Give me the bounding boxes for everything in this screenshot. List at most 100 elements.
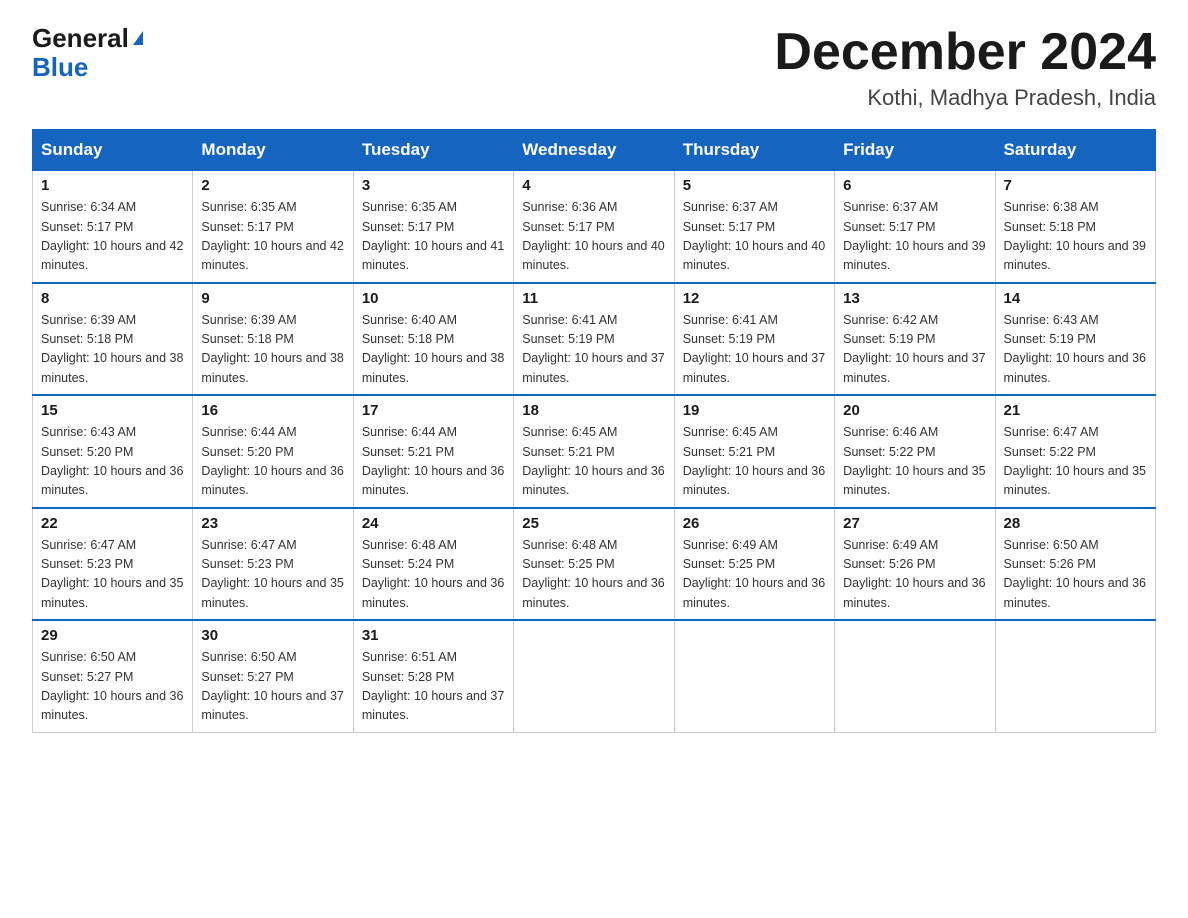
day-number: 30 [201,627,344,644]
day-number: 5 [683,177,826,194]
calendar-day-cell: 6 Sunrise: 6:37 AM Sunset: 5:17 PM Dayli… [835,171,995,283]
calendar-header: Sunday Monday Tuesday Wednesday Thursday… [33,130,1156,171]
location-title: Kothi, Madhya Pradesh, India [774,85,1156,111]
calendar-body: 1 Sunrise: 6:34 AM Sunset: 5:17 PM Dayli… [33,171,1156,733]
day-info: Sunrise: 6:45 AM Sunset: 5:21 PM Dayligh… [522,423,665,501]
calendar-day-cell: 10 Sunrise: 6:40 AM Sunset: 5:18 PM Dayl… [353,283,513,396]
calendar-day-cell: 9 Sunrise: 6:39 AM Sunset: 5:18 PM Dayli… [193,283,353,396]
day-info: Sunrise: 6:38 AM Sunset: 5:18 PM Dayligh… [1004,198,1147,276]
day-info: Sunrise: 6:47 AM Sunset: 5:22 PM Dayligh… [1004,423,1147,501]
calendar-day-cell: 20 Sunrise: 6:46 AM Sunset: 5:22 PM Dayl… [835,395,995,508]
header-monday: Monday [193,130,353,171]
day-info: Sunrise: 6:40 AM Sunset: 5:18 PM Dayligh… [362,311,505,389]
calendar-day-cell: 5 Sunrise: 6:37 AM Sunset: 5:17 PM Dayli… [674,171,834,283]
calendar-day-cell: 14 Sunrise: 6:43 AM Sunset: 5:19 PM Dayl… [995,283,1155,396]
day-info: Sunrise: 6:50 AM Sunset: 5:26 PM Dayligh… [1004,536,1147,614]
calendar-day-cell: 12 Sunrise: 6:41 AM Sunset: 5:19 PM Dayl… [674,283,834,396]
day-info: Sunrise: 6:47 AM Sunset: 5:23 PM Dayligh… [201,536,344,614]
header-tuesday: Tuesday [353,130,513,171]
day-info: Sunrise: 6:36 AM Sunset: 5:17 PM Dayligh… [522,198,665,276]
day-info: Sunrise: 6:50 AM Sunset: 5:27 PM Dayligh… [41,648,184,726]
day-info: Sunrise: 6:44 AM Sunset: 5:20 PM Dayligh… [201,423,344,501]
day-number: 9 [201,290,344,307]
calendar-day-cell: 21 Sunrise: 6:47 AM Sunset: 5:22 PM Dayl… [995,395,1155,508]
calendar-week-row: 15 Sunrise: 6:43 AM Sunset: 5:20 PM Dayl… [33,395,1156,508]
day-number: 19 [683,402,826,419]
header-thursday: Thursday [674,130,834,171]
day-number: 25 [522,515,665,532]
day-number: 3 [362,177,505,194]
day-info: Sunrise: 6:48 AM Sunset: 5:25 PM Dayligh… [522,536,665,614]
day-info: Sunrise: 6:45 AM Sunset: 5:21 PM Dayligh… [683,423,826,501]
calendar-day-cell: 7 Sunrise: 6:38 AM Sunset: 5:18 PM Dayli… [995,171,1155,283]
calendar-day-cell [514,620,674,732]
day-number: 23 [201,515,344,532]
day-info: Sunrise: 6:37 AM Sunset: 5:17 PM Dayligh… [843,198,986,276]
calendar-day-cell: 3 Sunrise: 6:35 AM Sunset: 5:17 PM Dayli… [353,171,513,283]
day-number: 16 [201,402,344,419]
calendar-day-cell: 1 Sunrise: 6:34 AM Sunset: 5:17 PM Dayli… [33,171,193,283]
day-number: 1 [41,177,184,194]
day-info: Sunrise: 6:39 AM Sunset: 5:18 PM Dayligh… [201,311,344,389]
day-info: Sunrise: 6:34 AM Sunset: 5:17 PM Dayligh… [41,198,184,276]
header-wednesday: Wednesday [514,130,674,171]
calendar-day-cell: 13 Sunrise: 6:42 AM Sunset: 5:19 PM Dayl… [835,283,995,396]
day-number: 29 [41,627,184,644]
day-number: 28 [1004,515,1147,532]
day-info: Sunrise: 6:49 AM Sunset: 5:26 PM Dayligh… [843,536,986,614]
day-number: 17 [362,402,505,419]
day-info: Sunrise: 6:47 AM Sunset: 5:23 PM Dayligh… [41,536,184,614]
calendar-day-cell: 19 Sunrise: 6:45 AM Sunset: 5:21 PM Dayl… [674,395,834,508]
calendar-day-cell: 17 Sunrise: 6:44 AM Sunset: 5:21 PM Dayl… [353,395,513,508]
page-header: General Blue December 2024 Kothi, Madhya… [32,24,1156,111]
calendar-day-cell: 27 Sunrise: 6:49 AM Sunset: 5:26 PM Dayl… [835,508,995,621]
calendar-day-cell: 29 Sunrise: 6:50 AM Sunset: 5:27 PM Dayl… [33,620,193,732]
calendar-day-cell: 15 Sunrise: 6:43 AM Sunset: 5:20 PM Dayl… [33,395,193,508]
day-number: 6 [843,177,986,194]
logo-blue: Blue [32,53,88,82]
logo-general: General [32,24,129,53]
day-info: Sunrise: 6:46 AM Sunset: 5:22 PM Dayligh… [843,423,986,501]
calendar-day-cell: 25 Sunrise: 6:48 AM Sunset: 5:25 PM Dayl… [514,508,674,621]
day-info: Sunrise: 6:43 AM Sunset: 5:20 PM Dayligh… [41,423,184,501]
calendar-day-cell [995,620,1155,732]
day-info: Sunrise: 6:35 AM Sunset: 5:17 PM Dayligh… [362,198,505,276]
day-number: 21 [1004,402,1147,419]
day-number: 13 [843,290,986,307]
calendar-week-row: 8 Sunrise: 6:39 AM Sunset: 5:18 PM Dayli… [33,283,1156,396]
calendar-day-cell: 23 Sunrise: 6:47 AM Sunset: 5:23 PM Dayl… [193,508,353,621]
day-number: 22 [41,515,184,532]
day-number: 27 [843,515,986,532]
calendar-day-cell [674,620,834,732]
day-number: 8 [41,290,184,307]
day-info: Sunrise: 6:50 AM Sunset: 5:27 PM Dayligh… [201,648,344,726]
day-number: 14 [1004,290,1147,307]
calendar-day-cell: 18 Sunrise: 6:45 AM Sunset: 5:21 PM Dayl… [514,395,674,508]
weekday-header-row: Sunday Monday Tuesday Wednesday Thursday… [33,130,1156,171]
day-info: Sunrise: 6:44 AM Sunset: 5:21 PM Dayligh… [362,423,505,501]
day-number: 12 [683,290,826,307]
calendar-day-cell: 24 Sunrise: 6:48 AM Sunset: 5:24 PM Dayl… [353,508,513,621]
calendar-day-cell [835,620,995,732]
day-number: 10 [362,290,505,307]
day-info: Sunrise: 6:51 AM Sunset: 5:28 PM Dayligh… [362,648,505,726]
header-saturday: Saturday [995,130,1155,171]
calendar-week-row: 29 Sunrise: 6:50 AM Sunset: 5:27 PM Dayl… [33,620,1156,732]
day-info: Sunrise: 6:41 AM Sunset: 5:19 PM Dayligh… [683,311,826,389]
day-number: 24 [362,515,505,532]
title-area: December 2024 Kothi, Madhya Pradesh, Ind… [774,24,1156,111]
day-number: 4 [522,177,665,194]
calendar-day-cell: 31 Sunrise: 6:51 AM Sunset: 5:28 PM Dayl… [353,620,513,732]
day-number: 20 [843,402,986,419]
header-sunday: Sunday [33,130,193,171]
calendar-day-cell: 16 Sunrise: 6:44 AM Sunset: 5:20 PM Dayl… [193,395,353,508]
logo: General Blue [32,24,143,81]
calendar-table: Sunday Monday Tuesday Wednesday Thursday… [32,129,1156,733]
day-number: 31 [362,627,505,644]
calendar-day-cell: 28 Sunrise: 6:50 AM Sunset: 5:26 PM Dayl… [995,508,1155,621]
calendar-week-row: 1 Sunrise: 6:34 AM Sunset: 5:17 PM Dayli… [33,171,1156,283]
day-info: Sunrise: 6:43 AM Sunset: 5:19 PM Dayligh… [1004,311,1147,389]
day-number: 18 [522,402,665,419]
month-title: December 2024 [774,24,1156,81]
calendar-day-cell: 8 Sunrise: 6:39 AM Sunset: 5:18 PM Dayli… [33,283,193,396]
